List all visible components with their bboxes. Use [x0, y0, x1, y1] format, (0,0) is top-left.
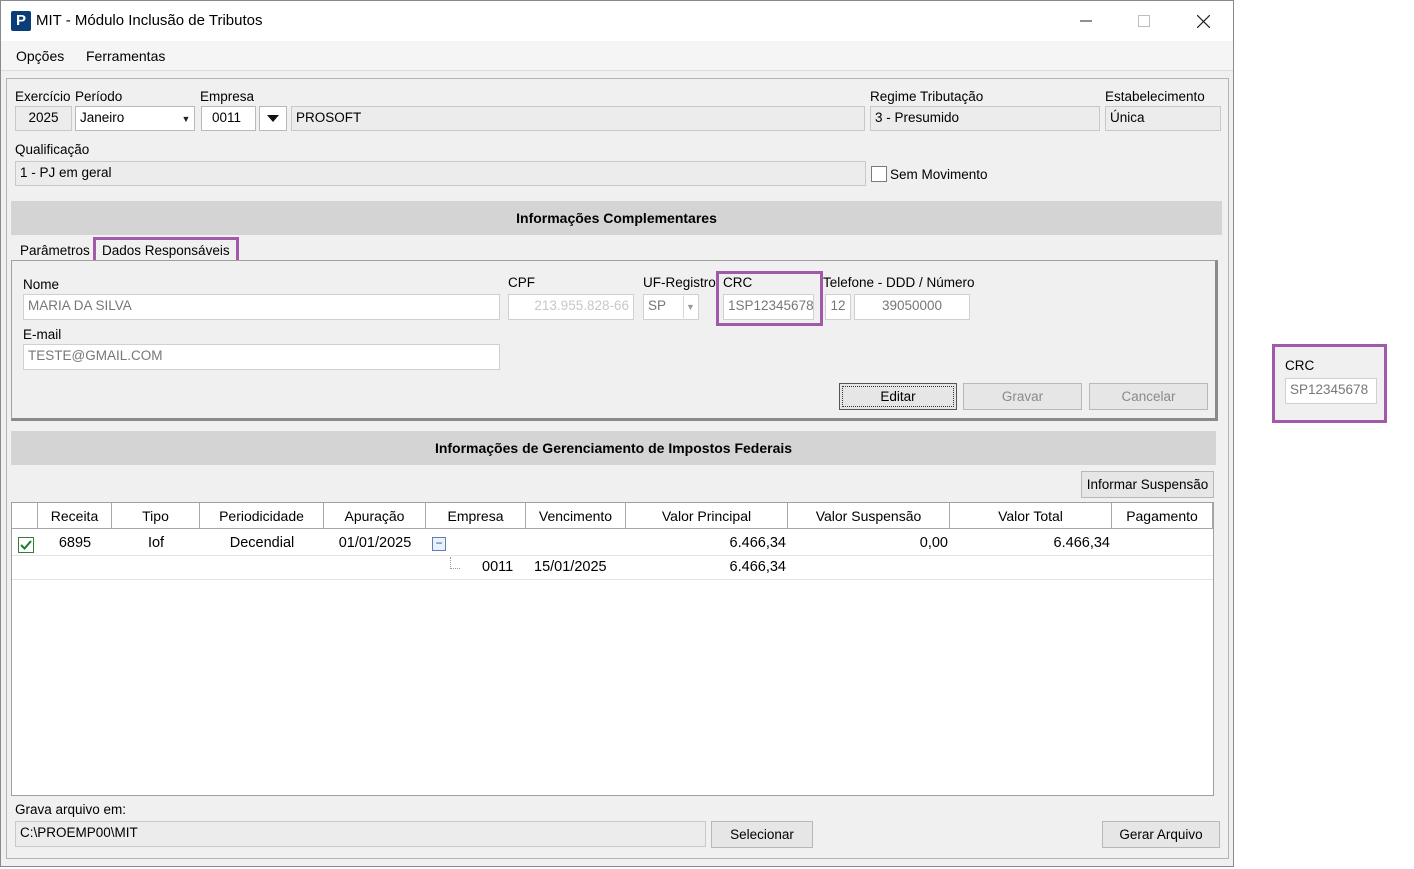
cpf-field[interactable]: 213.955.828-66 — [508, 294, 634, 320]
uf-registro-value: SP — [648, 298, 667, 313]
callout-crc-label: CRC — [1285, 358, 1315, 373]
periodo-select[interactable]: Janeiro ▼ — [75, 106, 195, 131]
minimize-icon — [1080, 20, 1092, 22]
row-checkbox[interactable] — [18, 537, 34, 553]
close-button[interactable] — [1174, 1, 1232, 41]
cell-apuracao: 01/01/2025 — [338, 535, 412, 551]
callout-crc-field: SP12345678 — [1285, 378, 1377, 404]
column-header-valor-suspensao[interactable]: Valor Suspensão — [788, 503, 950, 529]
app-window: P MIT - Módulo Inclusão de Tributos Opçõ… — [0, 0, 1234, 867]
window-title: MIT - Módulo Inclusão de Tributos — [36, 12, 263, 29]
menu-opcoes[interactable]: Opções — [16, 48, 64, 64]
periodo-value: Janeiro — [80, 110, 125, 125]
gravar-button[interactable]: Gravar — [963, 383, 1082, 410]
column-header-valor-total[interactable]: Valor Total — [950, 503, 1112, 529]
close-icon — [1196, 14, 1210, 28]
dropdown-arrow-icon: ▼ — [683, 296, 697, 318]
uf-registro-label: UF-Registro — [643, 275, 716, 290]
subcell-valor-principal: 6.466,34 — [729, 559, 786, 575]
impostos-grid: Receita Tipo Periodicidade Apuração Empr… — [11, 502, 1214, 796]
maximize-button[interactable] — [1115, 1, 1173, 41]
nome-field[interactable]: MARIA DA SILVA — [23, 294, 500, 320]
federais-header: Informações de Gerenciamento de Impostos… — [11, 431, 1216, 465]
cancelar-button[interactable]: Cancelar — [1089, 383, 1208, 410]
crc-label: CRC — [723, 275, 753, 290]
email-label: E-mail — [23, 327, 62, 342]
empresa-label: Empresa — [200, 89, 255, 104]
empresa-name-field: PROSOFT — [291, 106, 865, 131]
column-header-pagamento[interactable]: Pagamento — [1112, 503, 1213, 529]
email-field[interactable]: TESTE@GMAIL.COM — [23, 344, 500, 370]
column-header-empresa[interactable]: Empresa — [426, 503, 526, 529]
maximize-icon — [1138, 15, 1150, 27]
uf-registro-select[interactable]: SP ▼ — [643, 294, 699, 320]
column-header-apuracao[interactable]: Apuração — [324, 503, 426, 529]
sem-movimento-label: Sem Movimento — [890, 167, 988, 182]
cpf-label: CPF — [508, 275, 535, 290]
column-header-periodicidade[interactable]: Periodicidade — [200, 503, 324, 529]
regime-label: Regime Tributação — [870, 89, 984, 104]
column-header-valor-principal[interactable]: Valor Principal — [626, 503, 788, 529]
tree-connector — [450, 557, 460, 569]
cell-valor-principal: 6.466,34 — [729, 535, 786, 551]
regime-field: 3 - Presumido — [870, 106, 1100, 131]
checkmark-icon — [20, 540, 32, 550]
cell-receita: 6895 — [58, 535, 92, 551]
tab-parametros[interactable]: Parâmetros — [20, 243, 90, 258]
gerar-arquivo-button[interactable]: Gerar Arquivo — [1102, 821, 1220, 848]
column-header-check — [12, 503, 38, 529]
path-field[interactable]: C:\PROEMP00\MIT — [15, 821, 706, 847]
column-header-receita[interactable]: Receita — [38, 503, 112, 529]
qualificacao-field: 1 - PJ em geral — [15, 161, 866, 186]
telefone-label: Telefone - DDD / Número — [823, 275, 975, 290]
cell-periodicidade: Decendial — [229, 535, 295, 551]
selecionar-button[interactable]: Selecionar — [711, 821, 813, 848]
title-bar[interactable]: P MIT - Módulo Inclusão de Tributos — [1, 1, 1233, 41]
empresa-code-field[interactable]: 0011 — [201, 106, 256, 131]
collapse-icon[interactable]: − — [432, 537, 446, 551]
grava-arquivo-label: Grava arquivo em: — [15, 802, 127, 817]
cell-tipo: Iof — [147, 535, 165, 551]
minimize-button[interactable] — [1057, 1, 1115, 41]
cell-valor-suspensao: 0,00 — [919, 535, 948, 551]
complementares-header: Informações Complementares — [11, 201, 1222, 235]
exercicio-label: Exercício — [15, 89, 71, 104]
informar-suspensao-button[interactable]: Informar Suspensão — [1081, 471, 1214, 498]
subcell-vencimento: 15/01/2025 — [534, 559, 607, 575]
cell-valor-total: 6.466,34 — [1053, 535, 1110, 551]
row-divider — [12, 579, 1213, 580]
nome-label: Nome — [23, 277, 60, 292]
exercicio-field[interactable]: 2025 — [15, 106, 72, 131]
estabelecimento-label: Estabelecimento — [1105, 89, 1205, 104]
menu-ferramentas[interactable]: Ferramentas — [86, 48, 165, 64]
crc-callout: CRC SP12345678 — [1272, 344, 1387, 423]
app-logo-icon: P — [11, 11, 31, 31]
telefone-field[interactable]: 39050000 — [854, 294, 970, 320]
empresa-dropdown-button[interactable] — [259, 106, 287, 131]
estabelecimento-field: Única — [1105, 106, 1221, 131]
menu-bar: Opções Ferramentas — [1, 41, 1233, 71]
qualificacao-label: Qualificação — [15, 142, 90, 157]
column-header-vencimento[interactable]: Vencimento — [526, 503, 626, 529]
dropdown-arrow-icon — [267, 114, 279, 122]
sem-movimento-checkbox[interactable] — [871, 166, 887, 182]
crc-field[interactable]: 1SP12345678 — [723, 294, 814, 320]
row-divider — [12, 555, 1213, 556]
subcell-empresa: 0011 — [482, 559, 514, 575]
column-header-tipo[interactable]: Tipo — [112, 503, 200, 529]
ddd-field[interactable]: 12 — [825, 294, 851, 320]
editar-button[interactable]: Editar — [839, 383, 957, 410]
dropdown-arrow-icon: ▼ — [181, 113, 191, 124]
periodo-label: Período — [75, 89, 123, 104]
